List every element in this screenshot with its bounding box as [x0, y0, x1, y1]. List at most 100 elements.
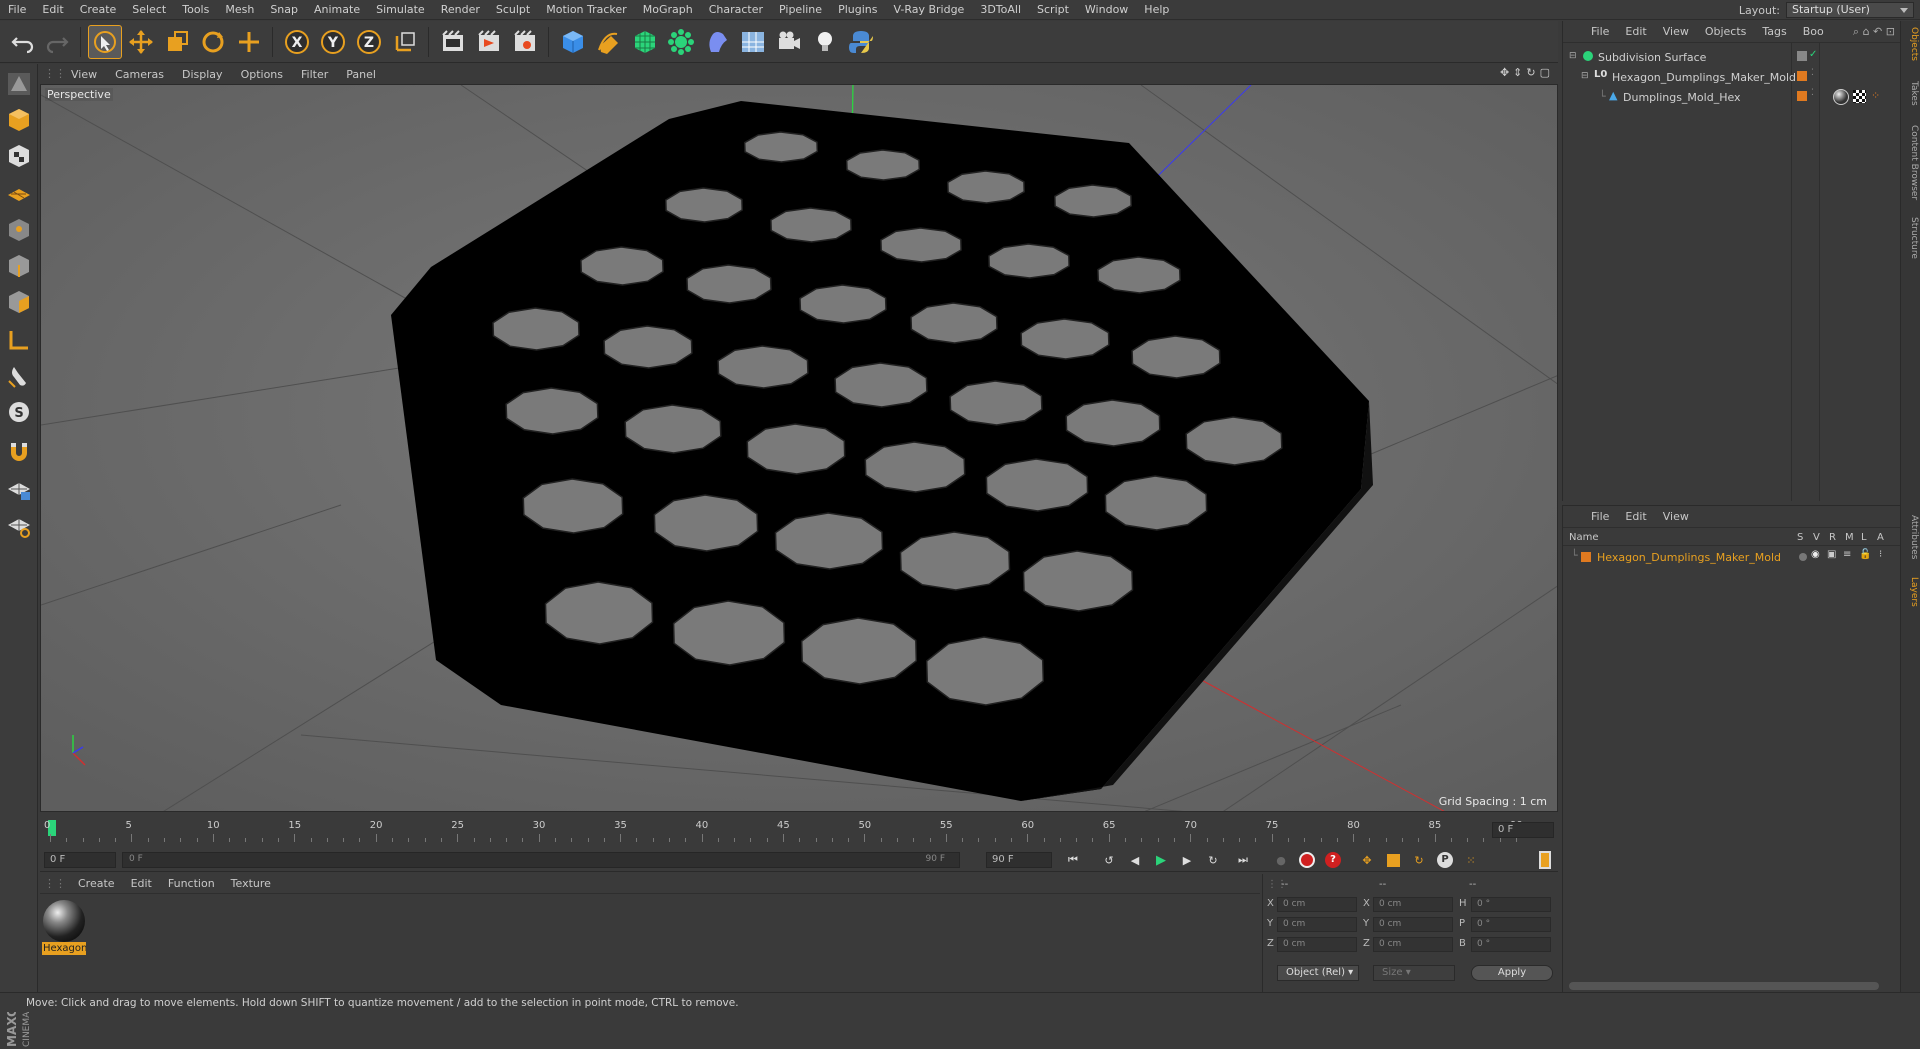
collapse-icon[interactable]: ⊟ — [1569, 51, 1577, 61]
menu-file[interactable]: File — [0, 0, 34, 20]
key-rotation-button[interactable]: ↻ — [1408, 850, 1430, 870]
play-button[interactable]: ▶ — [1150, 850, 1172, 870]
autokey-button[interactable] — [1296, 850, 1318, 870]
timeline-layout-button[interactable] — [1534, 850, 1556, 870]
object-name[interactable]: Dumplings_Mold_Hex — [1623, 91, 1741, 104]
previous-key-button[interactable]: ↺ — [1098, 850, 1120, 870]
viewport-menu-display[interactable]: Display — [173, 68, 232, 81]
pen-spline-button[interactable] — [592, 25, 626, 59]
rotate-tool-button[interactable] — [196, 25, 230, 59]
menu-character[interactable]: Character — [701, 0, 771, 20]
manager-column-header[interactable]: M — [1845, 532, 1854, 543]
visibility-dots-icon[interactable]: ⁚ — [1811, 88, 1814, 98]
dolly-view-icon[interactable]: ⇕ — [1513, 66, 1522, 79]
menu-render[interactable]: Render — [433, 0, 488, 20]
om-menu-file[interactable]: File — [1583, 25, 1617, 38]
camera-label[interactable]: Perspective — [45, 88, 113, 101]
manager-toggle-icon[interactable]: ≡ — [1843, 549, 1851, 560]
viewport-menu-view[interactable]: View — [62, 68, 106, 81]
size-x-field[interactable]: 0 cm — [1373, 897, 1453, 912]
python-script-button[interactable] — [844, 25, 878, 59]
size-mode-select[interactable]: Size ▾ — [1373, 965, 1455, 981]
menu-edit[interactable]: Edit — [34, 0, 71, 20]
view-column-header[interactable]: V — [1813, 532, 1820, 543]
magnet-tool-button[interactable] — [3, 436, 35, 468]
go-to-end-button[interactable]: ⏭ — [1232, 850, 1254, 870]
timeline-ruler[interactable]: 051015202530354045505560657075808590 0 F — [40, 814, 1558, 848]
x-axis-lock-button[interactable]: X — [280, 25, 314, 59]
workplane-mode-button[interactable] — [3, 176, 35, 208]
keyframe-help-button[interactable]: ? — [1322, 850, 1344, 870]
light-button[interactable] — [808, 25, 842, 59]
edit-toggle-icon[interactable] — [1797, 51, 1807, 61]
tab-structure[interactable]: Structure — [1903, 217, 1919, 259]
material-tag-icon[interactable] — [1833, 89, 1849, 105]
subdivision-surface-button[interactable] — [628, 25, 662, 59]
tab-objects[interactable]: Objects — [1903, 27, 1919, 61]
grid-lock-button[interactable] — [3, 474, 35, 506]
record-keys-button[interactable]: ● — [1270, 850, 1292, 870]
menu-select[interactable]: Select — [124, 0, 174, 20]
mograph-cloner-button[interactable] — [664, 25, 698, 59]
render-toggle-icon[interactable]: ▣ — [1827, 549, 1836, 560]
current-frame-field[interactable]: 0 F — [1492, 822, 1554, 838]
select-tool-button[interactable] — [88, 25, 122, 59]
position-z-field[interactable]: 0 cm — [1277, 937, 1357, 952]
menu-mograph[interactable]: MoGraph — [635, 0, 701, 20]
go-to-start-button[interactable]: ⏮ — [1062, 850, 1084, 870]
solo-toggle-icon[interactable] — [1799, 553, 1807, 561]
menu-pipeline[interactable]: Pipeline — [771, 0, 830, 20]
om-menu-view[interactable]: View — [1655, 25, 1697, 38]
move-tool-button[interactable] — [124, 25, 158, 59]
layer-color-swatch[interactable] — [1581, 552, 1591, 562]
next-key-button[interactable]: ↻ — [1202, 850, 1224, 870]
solo-column-header[interactable]: S — [1797, 532, 1803, 543]
end-frame-field[interactable]: 90 F — [986, 852, 1052, 868]
z-axis-lock-button[interactable]: Z — [352, 25, 386, 59]
edges-mode-button[interactable] — [3, 250, 35, 282]
menu-simulate[interactable]: Simulate — [368, 0, 433, 20]
coordinate-system-button[interactable] — [388, 25, 422, 59]
position-y-field[interactable]: 0 cm — [1277, 917, 1357, 932]
key-scale-button[interactable] — [1382, 850, 1404, 870]
collapse-icon[interactable]: ⊟ — [1581, 71, 1589, 81]
tab-layers[interactable]: Layers — [1903, 577, 1919, 607]
coordinate-mode-select[interactable]: Object (Rel) ▾ — [1277, 965, 1359, 981]
scale-tool-button[interactable] — [160, 25, 194, 59]
deformer-button[interactable] — [700, 25, 734, 59]
undo-button[interactable] — [6, 25, 40, 59]
tab-takes[interactable]: Takes — [1903, 81, 1919, 106]
menu-animate[interactable]: Animate — [306, 0, 368, 20]
object-row-hexagon-mold[interactable]: ⊟ L0 Hexagon_Dumplings_Maker_Mold ⁚ — [1563, 68, 1901, 88]
layer-color-icon[interactable] — [1797, 91, 1807, 101]
render-settings-button[interactable] — [508, 25, 542, 59]
key-position-button[interactable]: ✥ — [1356, 850, 1378, 870]
menu-snap[interactable]: Snap — [262, 0, 306, 20]
lm-menu-file[interactable]: File — [1583, 510, 1617, 523]
tab-content-browser[interactable]: Content Browser — [1903, 125, 1919, 200]
om-search-icon[interactable]: ⌕ ⌂ ↶ ⊡ — [1853, 25, 1895, 39]
rotate-view-icon[interactable]: ↻ — [1526, 66, 1535, 79]
menu-create[interactable]: Create — [72, 0, 125, 20]
live-select-button[interactable] — [232, 25, 266, 59]
snapping-button[interactable]: S — [3, 396, 35, 428]
lock-toggle-icon[interactable]: 🔓 — [1859, 549, 1871, 560]
model-mode-button[interactable] — [3, 104, 35, 136]
redo-button[interactable] — [40, 25, 74, 59]
lm-menu-edit[interactable]: Edit — [1617, 510, 1654, 523]
material-menu-function[interactable]: Function — [160, 877, 223, 890]
menu-window[interactable]: Window — [1077, 0, 1136, 20]
layer-row[interactable]: └ Hexagon_Dumplings_Maker_Mold ◉ ▣ ≡ 🔓 ⁝ — [1563, 548, 1901, 568]
pan-view-icon[interactable]: ✥ — [1500, 66, 1509, 79]
menu-3dtoall[interactable]: 3DToAll — [972, 0, 1029, 20]
menu-script[interactable]: Script — [1029, 0, 1077, 20]
grid-snap-button[interactable] — [3, 510, 35, 542]
polygons-mode-button[interactable] — [3, 286, 35, 318]
material-menu-edit[interactable]: Edit — [123, 877, 160, 890]
menu-plugins[interactable]: Plugins — [830, 0, 885, 20]
floor-button[interactable] — [736, 25, 770, 59]
menu-v-ray-bridge[interactable]: V-Ray Bridge — [885, 0, 972, 20]
points-mode-button[interactable] — [3, 214, 35, 246]
menu-tools[interactable]: Tools — [174, 0, 217, 20]
tab-attributes[interactable]: Attributes — [1903, 515, 1919, 559]
